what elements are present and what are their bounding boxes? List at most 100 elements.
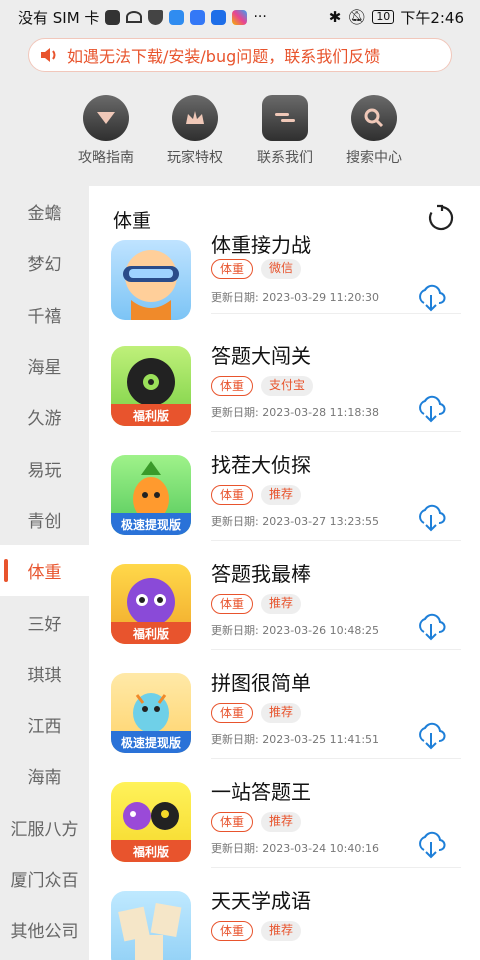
tag-category: 体重: [211, 594, 254, 614]
clock-text: 下午2:46: [400, 8, 464, 27]
download-icon[interactable]: [415, 610, 447, 642]
game-tags: 体重 支付宝: [211, 376, 314, 396]
download-icon[interactable]: [415, 392, 447, 424]
divider: [211, 431, 461, 432]
sidebar-item[interactable]: 江西: [0, 699, 89, 750]
diamond-icon: [83, 95, 129, 141]
date-label: 更新日期:: [211, 515, 263, 528]
game-icon: 福利版: [111, 346, 191, 426]
date-label: 更新日期:: [211, 291, 263, 304]
game-icon: 福利版: [111, 782, 191, 862]
tag-category: 体重: [211, 485, 254, 505]
category-sidebar: 金蟾 梦幻 千禧 海星 久游 易玩 青创 体重 三好 琪琪 江西 海南 汇服八方…: [0, 186, 89, 960]
bluetooth-icon: ✱: [328, 8, 342, 26]
game-name: 答题我最棒: [211, 562, 311, 586]
quick-link-privilege[interactable]: 玩家特权: [150, 95, 240, 167]
sidebar-item[interactable]: 海南: [0, 750, 89, 801]
sidebar-item[interactable]: 金蟾: [0, 186, 89, 237]
game-name: 答题大闯关: [211, 344, 311, 368]
speaker-icon: [41, 48, 56, 62]
tag-platform: 推荐: [261, 921, 302, 941]
files-app-icon: [190, 9, 206, 25]
game-icon: [111, 891, 191, 960]
sidebar-item[interactable]: 易玩: [0, 442, 89, 493]
carrier-text: 没有 SIM 卡: [18, 8, 100, 27]
divider: [211, 540, 461, 541]
quick-link-search[interactable]: 搜索中心: [329, 95, 419, 167]
game-card[interactable]: 福利版 一站答题王 体重 推荐 更新日期: 2023-03-24 10:40:1…: [89, 774, 480, 883]
tag-platform: 微信: [261, 259, 302, 279]
quick-link-label: 攻略指南: [78, 150, 134, 166]
game-card[interactable]: 天天学成语 体重 推荐: [89, 883, 480, 960]
tag-category: 体重: [211, 921, 254, 941]
game-card[interactable]: 福利版 答题我最棒 体重 推荐 更新日期: 2023-03-26 10:48:2…: [89, 556, 480, 665]
sidebar-item[interactable]: 三好: [0, 596, 89, 647]
sidebar-item[interactable]: 青创: [0, 494, 89, 545]
notice-banner[interactable]: 如遇无法下载/安装/bug问题，联系我们反馈: [28, 38, 452, 72]
divider: [211, 867, 461, 868]
sidebar-item[interactable]: 琪琪: [0, 648, 89, 699]
date-value: 2023-03-26 10:48:25: [262, 624, 380, 637]
tag-platform: 支付宝: [261, 376, 314, 396]
game-name: 拼图很简单: [211, 671, 311, 695]
sidebar-item[interactable]: 梦幻: [0, 237, 89, 288]
sim-icon: [105, 9, 121, 25]
date-label: 更新日期:: [211, 842, 263, 855]
date-value: 2023-03-25 11:41:51: [262, 733, 380, 746]
date-value: 2023-03-24 10:40:16: [262, 842, 380, 855]
download-icon[interactable]: [415, 719, 447, 751]
game-name: 一站答题王: [211, 780, 311, 804]
tag-platform: 推荐: [261, 812, 302, 832]
game-tags: 体重 推荐: [211, 485, 302, 505]
quick-link-contact[interactable]: 联系我们: [240, 95, 330, 167]
divider: [211, 313, 461, 314]
update-date: 更新日期: 2023-03-27 13:23:55: [211, 513, 379, 529]
crown-icon: [172, 95, 218, 141]
version-band: 极速提现版: [111, 513, 191, 535]
date-label: 更新日期:: [211, 406, 263, 419]
more-icon: ···: [253, 9, 267, 25]
sidebar-item[interactable]: 厦门众百: [0, 853, 89, 904]
sidebar-item[interactable]: 久游: [0, 391, 89, 442]
cloud-app-icon: [169, 9, 185, 25]
chat-icon: [262, 95, 308, 141]
download-icon[interactable]: [415, 501, 447, 533]
download-icon[interactable]: [415, 828, 447, 860]
quick-links: 攻略指南 玩家特权 联系我们 搜索中心: [0, 95, 480, 171]
tag-category: 体重: [211, 703, 254, 723]
game-tags: 体重 推荐: [211, 921, 302, 941]
search-icon: [351, 95, 397, 141]
game-tags: 体重 推荐: [211, 703, 302, 723]
notice-text: 如遇无法下载/安装/bug问题，联系我们反馈: [67, 47, 381, 66]
game-card[interactable]: 极速提现版 拼图很简单 体重 推荐 更新日期: 2023-03-25 11:41…: [89, 665, 480, 774]
quick-link-label: 搜索中心: [346, 150, 402, 166]
game-card[interactable]: 福利版 答题大闯关 体重 支付宝 更新日期: 2023-03-28 11:18:…: [89, 338, 480, 447]
sidebar-item[interactable]: 其他公司: [0, 904, 89, 955]
status-bar-right: ✱ 🔕︎ 10 下午2:46: [329, 7, 464, 28]
bulb-app-icon: [211, 9, 227, 25]
tag-platform: 推荐: [261, 594, 302, 614]
update-date: 更新日期: 2023-03-29 11:20:30: [211, 289, 379, 305]
date-label: 更新日期:: [211, 624, 263, 637]
game-card[interactable]: 体重接力战 体重 微信 更新日期: 2023-03-29 11:20:30: [89, 229, 480, 338]
download-icon[interactable]: [415, 281, 447, 313]
game-icon: [111, 240, 191, 320]
tag-platform: 推荐: [261, 703, 302, 723]
date-value: 2023-03-28 11:18:38: [262, 406, 380, 419]
game-list-panel: 体重 体重接力战 体重 微信 更新日期: 2023-03-29 11:20:30…: [89, 186, 480, 960]
sidebar-item-active[interactable]: 体重: [0, 545, 89, 597]
quick-link-label: 联系我们: [257, 150, 313, 166]
status-bar: 没有 SIM 卡 ··· ✱ 🔕︎ 10 下午2:46: [0, 0, 480, 34]
sidebar-item[interactable]: 汇服八方: [0, 802, 89, 853]
game-tags: 体重 微信: [211, 259, 302, 279]
version-band: 福利版: [111, 622, 191, 644]
quick-link-label: 玩家特权: [167, 150, 223, 166]
bell-muted-icon: 🔕︎: [347, 8, 367, 26]
quick-link-guide[interactable]: 攻略指南: [61, 95, 151, 167]
sidebar-item[interactable]: 千禧: [0, 289, 89, 340]
refresh-icon[interactable]: [427, 204, 455, 232]
update-date: 更新日期: 2023-03-28 11:18:38: [211, 404, 379, 420]
sidebar-item[interactable]: 海星: [0, 340, 89, 391]
game-card[interactable]: 极速提现版 找茬大侦探 体重 推荐 更新日期: 2023-03-27 13:23…: [89, 447, 480, 556]
game-tags: 体重 推荐: [211, 812, 302, 832]
